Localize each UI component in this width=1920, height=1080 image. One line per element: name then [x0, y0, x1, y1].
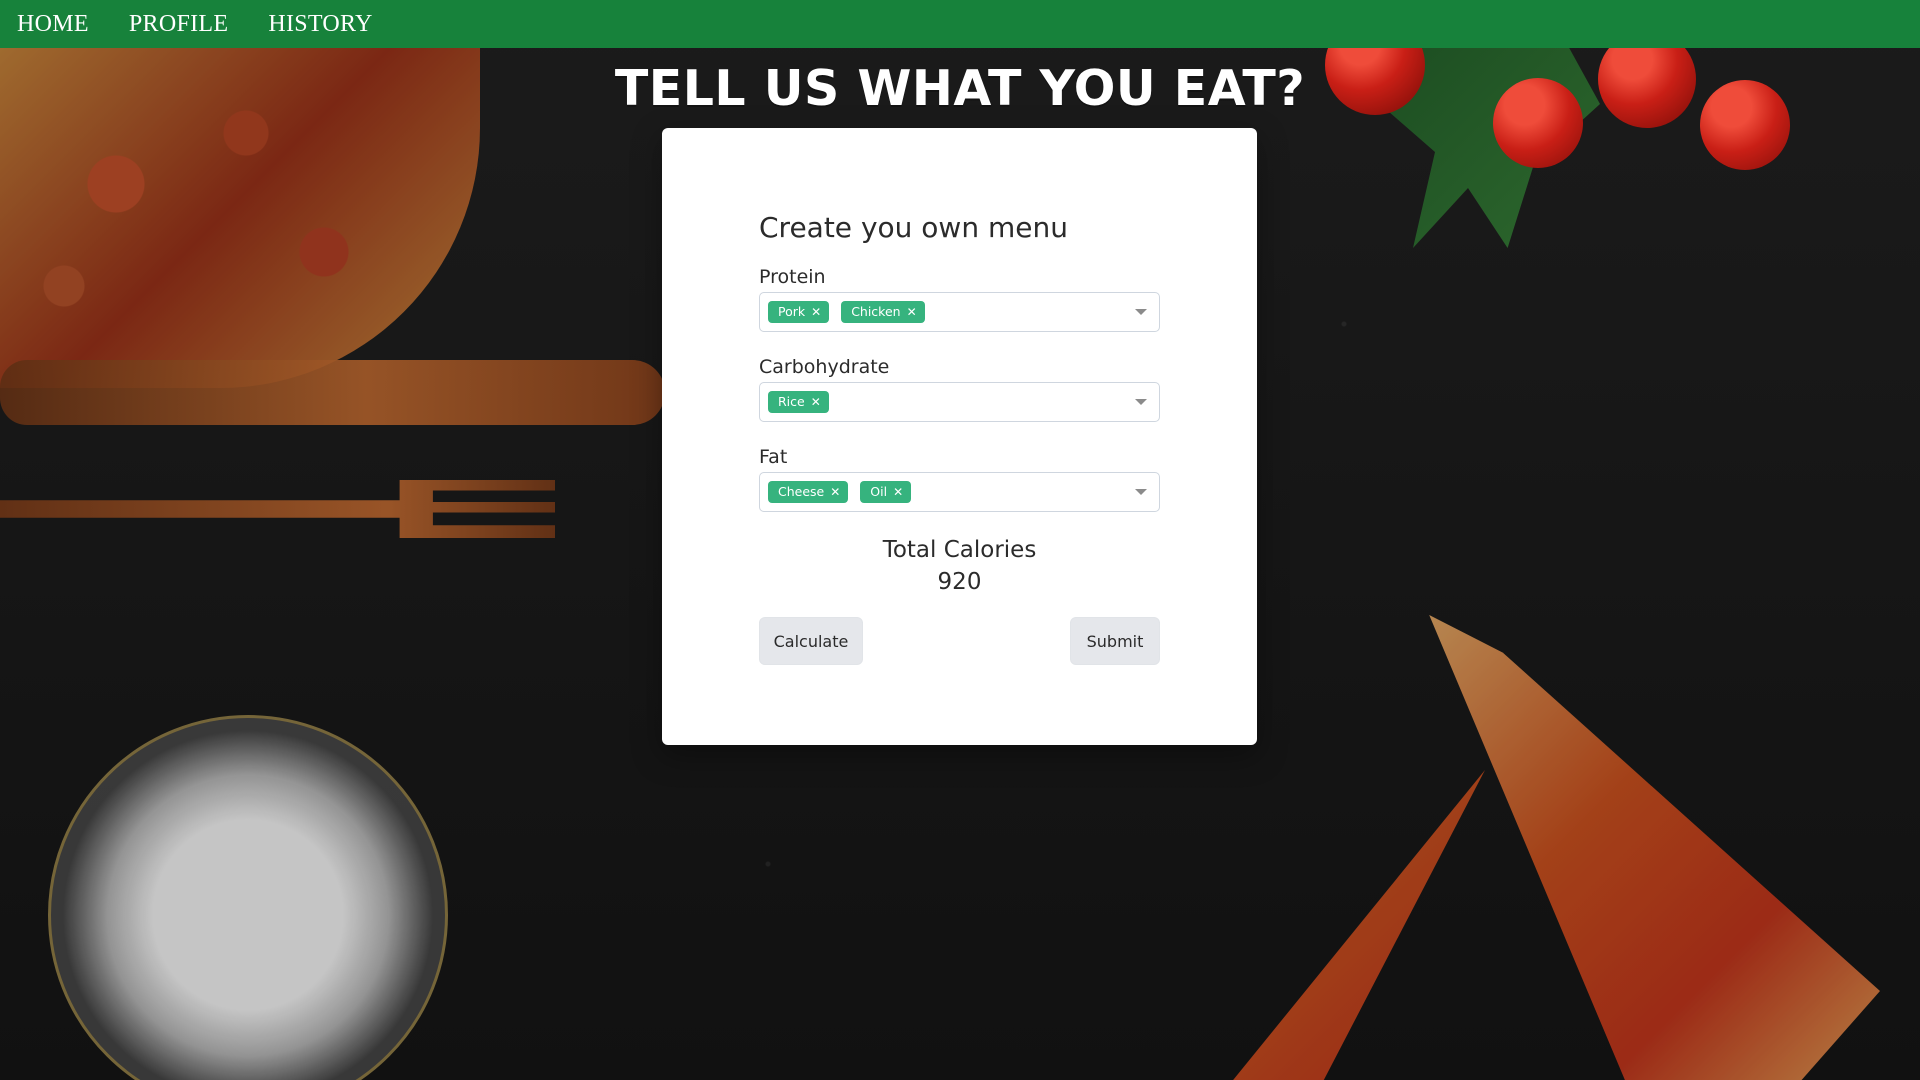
- total-calories-label: Total Calories: [882, 537, 1037, 563]
- close-icon[interactable]: ✕: [811, 396, 821, 408]
- close-icon[interactable]: ✕: [811, 306, 821, 318]
- chevron-down-icon[interactable]: [1135, 489, 1147, 495]
- close-icon[interactable]: ✕: [830, 486, 840, 498]
- fat-tags: Cheese ✕ Oil ✕: [768, 481, 912, 503]
- carbohydrate-tags: Rice ✕: [768, 391, 829, 413]
- protein-tag: Chicken ✕: [841, 301, 925, 323]
- protein-tag: Pork ✕: [768, 301, 830, 323]
- fat-multiselect[interactable]: Cheese ✕ Oil ✕: [759, 472, 1160, 512]
- close-icon[interactable]: ✕: [893, 486, 903, 498]
- fat-tag: Oil ✕: [860, 481, 912, 503]
- tag-label: Pork: [778, 304, 806, 319]
- submit-button[interactable]: Submit: [1070, 617, 1160, 665]
- nav-profile-link[interactable]: PROFILE: [129, 12, 228, 36]
- total-calories-value: 920: [937, 569, 982, 595]
- tag-label: Oil: [870, 484, 888, 499]
- carbohydrate-tag: Rice ✕: [768, 391, 829, 413]
- close-icon[interactable]: ✕: [907, 306, 917, 318]
- protein-multiselect[interactable]: Pork ✕ Chicken ✕: [759, 292, 1160, 332]
- menu-form-card: Create you own menu Protein Pork ✕ Chick…: [662, 128, 1257, 745]
- tag-label: Rice: [778, 394, 805, 409]
- page-heading: TELL US WHAT YOU EAT?: [614, 60, 1306, 117]
- chevron-down-icon[interactable]: [1135, 309, 1147, 315]
- fat-label: Fat: [759, 446, 788, 468]
- nav-home-link[interactable]: HOME: [17, 12, 89, 36]
- fat-tag: Cheese ✕: [768, 481, 849, 503]
- wooden-spoon-image: [0, 360, 665, 425]
- carbohydrate-multiselect[interactable]: Rice ✕: [759, 382, 1160, 422]
- nav-history-link[interactable]: HISTORY: [268, 12, 372, 36]
- carbohydrate-label: Carbohydrate: [759, 356, 890, 378]
- chevron-down-icon[interactable]: [1135, 399, 1147, 405]
- form-title: Create you own menu: [759, 211, 1068, 244]
- tag-label: Cheese: [778, 484, 825, 499]
- tag-label: Chicken: [851, 304, 901, 319]
- calculate-button[interactable]: Calculate: [759, 617, 863, 665]
- protein-tags: Pork ✕ Chicken ✕: [768, 301, 925, 323]
- protein-label: Protein: [759, 266, 826, 288]
- top-navigation-bar: HOME PROFILE HISTORY: [0, 0, 1920, 48]
